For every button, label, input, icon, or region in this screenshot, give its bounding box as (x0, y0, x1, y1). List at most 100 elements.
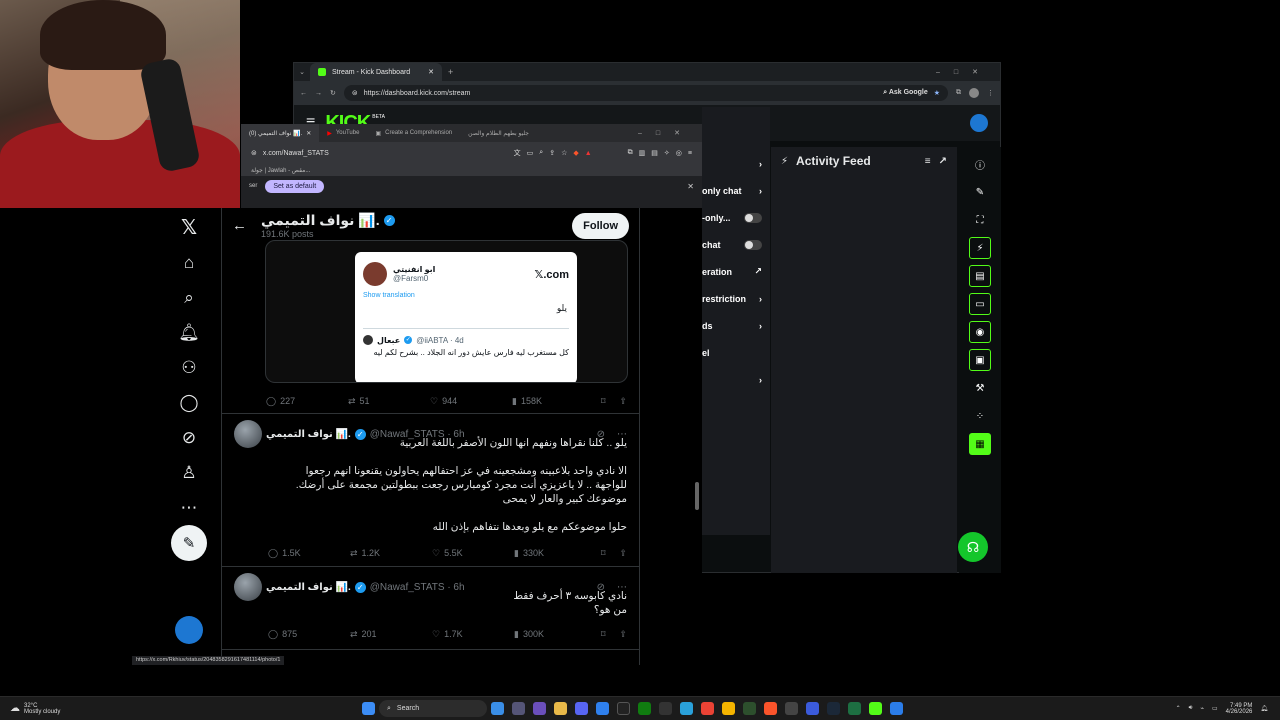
bookmark-icon[interactable]: ⌑ (601, 629, 606, 640)
grok-icon[interactable]: ⊘ (170, 420, 208, 455)
telegram-icon[interactable] (680, 702, 693, 715)
file-explorer-icon[interactable] (554, 702, 567, 715)
repost-button[interactable]: ⇄ 201 (350, 629, 432, 640)
search-icon[interactable]: ⌕ (170, 280, 208, 315)
close-tab-icon[interactable]: ✕ (306, 130, 311, 137)
xbox-icon[interactable] (638, 702, 651, 715)
profile-icon[interactable] (969, 88, 979, 98)
tab-list-icon[interactable]: ⌄ (294, 68, 310, 76)
start-icon[interactable] (362, 702, 375, 715)
share-icon[interactable]: ⇪ (619, 629, 627, 640)
channel-item-followers-only[interactable]: -only... (702, 204, 770, 231)
author-avatar[interactable] (234, 573, 262, 601)
lightning-icon[interactable]: ⚡ (969, 237, 991, 259)
support-headset-button[interactable]: ☊ (958, 532, 988, 562)
share-icon[interactable]: ⇪ (619, 396, 627, 407)
set-default-button[interactable]: Set as default (265, 179, 325, 193)
broadcast-icon[interactable]: ◉ (969, 321, 991, 343)
popout-icon[interactable]: ↗ (939, 156, 947, 167)
toggle-switch[interactable] (744, 212, 762, 223)
author-name[interactable]: نواف التميمي 📊. (266, 582, 351, 593)
taskbar-search[interactable]: ⌕ Search (379, 700, 487, 717)
views-button[interactable]: ▮ 300K (514, 629, 596, 640)
x-tab-profile[interactable]: (0) نواف التميمي 📊. ✕ (241, 124, 320, 142)
bookmark-icon[interactable]: ⌑ (601, 548, 606, 559)
star-icon[interactable]: ☆ (561, 149, 567, 157)
fullscreen-icon[interactable]: ⛶ (969, 209, 991, 231)
like-button[interactable]: ♡ 1.7K (432, 629, 514, 640)
bookmark-star-icon[interactable]: ★ (934, 89, 940, 97)
toggle-switch[interactable] (744, 239, 762, 250)
wrench-icon[interactable]: ⚒ (969, 377, 991, 399)
author-avatar[interactable] (234, 420, 262, 448)
add-widget-icon[interactable]: ▦ (969, 433, 991, 455)
like-button[interactable]: ♡ 5.5K (432, 548, 514, 559)
network-icon[interactable]: ⌁ (1200, 705, 1204, 712)
author-handle[interactable]: @Nawaf_STATS · 6h (370, 582, 465, 593)
clock[interactable]: 7:49 PM 4/26/2026 (1226, 703, 1253, 715)
app-icon[interactable] (890, 702, 903, 715)
app-icon[interactable] (533, 702, 546, 715)
channel-item-ds[interactable]: ds › (702, 312, 770, 339)
speaker-icon[interactable]: 🔊︎ (1189, 705, 1193, 712)
edit-icon[interactable]: ✎ (969, 181, 991, 203)
rewards-icon[interactable]: ▲ (585, 150, 592, 157)
extensions-icon[interactable]: ⧉ (956, 89, 961, 97)
like-button[interactable]: ♡ 944 (430, 396, 512, 407)
site-info-icon[interactable]: ⊜ (251, 149, 257, 157)
zoom-icon[interactable]: ⌕ (539, 149, 543, 157)
messages-icon[interactable]: ◯ (170, 385, 208, 420)
back-icon[interactable]: ← (300, 90, 307, 97)
tweet[interactable]: نواف التميمي 📊. ✓ @Nawaf_STATS · 6h ⊘ ⋯ … (222, 567, 639, 650)
home-icon[interactable]: ⌂ (170, 245, 208, 280)
extensions-icon[interactable]: ⧉ (628, 149, 633, 157)
info-icon[interactable]: ⓘ (969, 153, 991, 175)
steam-icon[interactable] (827, 702, 840, 715)
channel-item[interactable]: › (702, 150, 770, 177)
translate-icon[interactable]: 文 (514, 148, 521, 158)
reply-button[interactable]: ◯ 875 (268, 629, 350, 640)
kick-tab[interactable]: Stream - Kick Dashboard ✕ (310, 63, 442, 81)
apps-icon[interactable]: ⁘ (969, 405, 991, 427)
timeline-scrollbar[interactable] (695, 482, 699, 510)
battery-icon[interactable]: ▭ (1212, 705, 1218, 712)
back-arrow-icon[interactable]: ← (232, 217, 247, 234)
weather-widget[interactable]: ☁ 32°C Mostly cloudy (0, 703, 120, 715)
stream-icon[interactable]: ▣ (969, 349, 991, 371)
x-tab-other[interactable]: جليو بطهم الطلام والصن (460, 124, 537, 142)
chrome-icon[interactable] (722, 702, 735, 715)
reply-button[interactable]: ◯ 1.5K (268, 548, 350, 559)
views-button[interactable]: ▮ 330K (514, 548, 596, 559)
document-icon[interactable]: ▤ (969, 265, 991, 287)
kick-address-bar[interactable]: ⊜ https://dashboard.kick.com/stream ⌕ As… (343, 85, 948, 101)
account-avatar[interactable] (170, 612, 208, 647)
reply-button[interactable]: ◯ 227 (266, 396, 348, 407)
app-icon[interactable] (659, 702, 672, 715)
leo-icon[interactable]: ✧ (664, 149, 670, 157)
reload-icon[interactable]: ↻ (330, 89, 336, 97)
forward-icon[interactable]: → (315, 90, 322, 97)
more-icon[interactable]: ⋯ (170, 490, 208, 525)
edge-icon[interactable] (491, 702, 504, 715)
close-tab-icon[interactable]: ✕ (428, 68, 434, 76)
channel-item-restrictions[interactable]: restriction › (702, 285, 770, 312)
bookmark-item[interactable]: جولة | Jawlah - مقص... (251, 167, 310, 174)
repost-button[interactable]: ⇄ 1.2K (350, 548, 432, 559)
channel-item[interactable]: › (702, 366, 770, 393)
menu-icon[interactable]: ≡ (688, 150, 692, 157)
window-controls[interactable]: –□✕ (936, 68, 1000, 76)
site-info-icon[interactable]: ⊜ (352, 89, 358, 97)
notifications-icon[interactable]: 🔔︎ (170, 315, 208, 350)
cast-icon[interactable]: ▭ (527, 149, 534, 157)
profile-icon[interactable]: ♙ (170, 455, 208, 490)
share-icon[interactable]: ⇪ (549, 149, 555, 157)
discord-icon[interactable] (575, 702, 588, 715)
channel-item-moderation[interactable]: eration ↗ (702, 258, 770, 285)
app-icon[interactable] (596, 702, 609, 715)
follow-button[interactable]: Follow (572, 212, 629, 239)
new-tab-icon[interactable]: + (448, 67, 453, 77)
vpn-icon[interactable]: ◎ (676, 149, 682, 157)
author-name[interactable]: نواف التميمي 📊. (266, 429, 351, 440)
channel-item-el[interactable]: el (702, 339, 770, 366)
app-icon[interactable] (785, 702, 798, 715)
